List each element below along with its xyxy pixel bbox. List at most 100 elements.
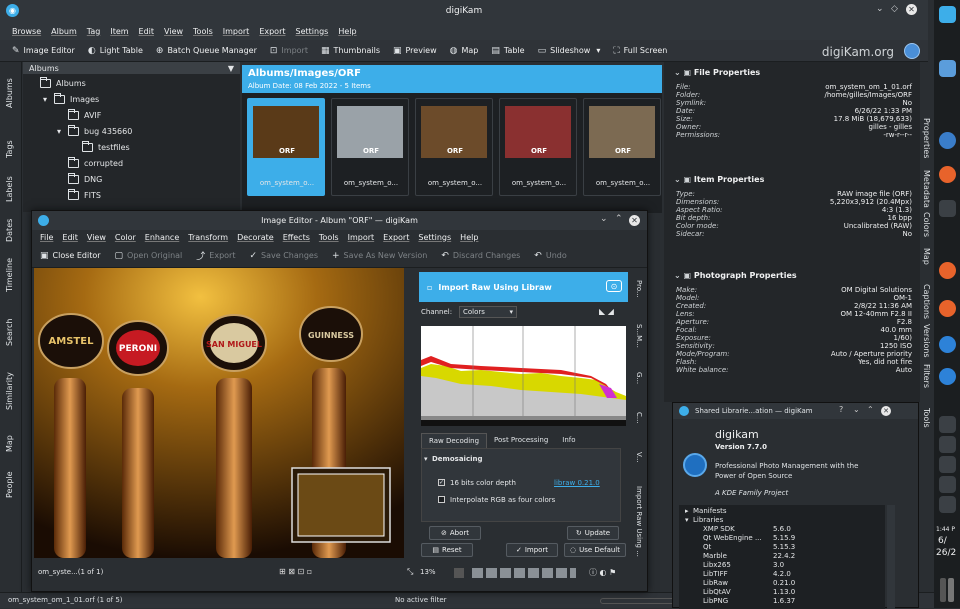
digikam-logo-icon[interactable] [904, 43, 920, 59]
tab-raw-decoding[interactable]: Raw Decoding [421, 432, 488, 448]
interpolate-checkbox[interactable] [438, 496, 445, 503]
map-button[interactable]: ◍ Map [450, 46, 479, 56]
expand-arrow-icon[interactable]: ▾ [43, 95, 49, 104]
expand-arrow-icon[interactable]: ▸ [685, 507, 689, 515]
tab-map[interactable]: Map [5, 435, 14, 452]
menu-export[interactable]: Export [259, 27, 285, 36]
album-node[interactable]: corrupted [57, 157, 123, 168]
tab-filters[interactable]: Filters [922, 364, 931, 388]
editor-side-tab[interactable]: Pro... [635, 280, 643, 298]
chevron-down-icon[interactable]: ⌄ ▣ [674, 271, 694, 280]
tab-timeline[interactable]: Timeline [5, 258, 14, 292]
tab-map[interactable]: Map [922, 248, 931, 265]
channel-select[interactable]: Colors ▾ [459, 306, 517, 318]
digikam-icon[interactable]: ◉ [6, 4, 19, 17]
tab-similarity[interactable]: Similarity [5, 372, 14, 410]
pager-icon[interactable] [940, 578, 946, 602]
photo-props-header[interactable]: ⌄ ▣ Photograph Properties [674, 271, 797, 280]
import-button[interactable]: ✓ Import [506, 543, 558, 557]
fit-icon[interactable]: ⊞ ⊠ ⊡ ▫ [279, 567, 312, 576]
firefox-icon-2[interactable] [939, 262, 956, 279]
settings-icon[interactable]: ⊙ [606, 280, 622, 292]
devices-icon[interactable] [939, 476, 956, 493]
chevron-down-icon[interactable]: ▾ [424, 455, 428, 463]
editor-menu-effects[interactable]: Effects [283, 233, 310, 242]
thumbnail[interactable]: ORF om_system_o... [499, 98, 577, 196]
view-mode-icons[interactable] [472, 568, 576, 578]
clipboard-icon[interactable] [939, 436, 956, 453]
editor-menu-file[interactable]: File [40, 233, 53, 242]
light-table-button[interactable]: ◐ Light Table [88, 46, 143, 56]
menu-tag[interactable]: Tag [87, 27, 101, 36]
clock-time[interactable]: 1:44 P [936, 526, 955, 533]
tab-captions[interactable]: Captions [922, 284, 931, 319]
batch-queue-manager-button[interactable]: ⊕ Batch Queue Manager [156, 46, 257, 56]
reset-button[interactable]: ▤ Reset [421, 543, 473, 557]
discard-changes-button[interactable]: ↶ Discard Changes [441, 251, 520, 261]
brand-text[interactable]: digiKam.org [822, 45, 894, 59]
editor-side-tab[interactable]: G... [635, 372, 643, 384]
editor-menu-enhance[interactable]: Enhance [145, 233, 180, 242]
tab-tags[interactable]: Tags [5, 140, 14, 158]
tab-tools[interactable]: Tools [922, 408, 931, 428]
slideshow-button[interactable]: ▭ Slideshow ▾ [538, 46, 601, 56]
editor-menu-export[interactable]: Export [383, 233, 409, 242]
zoom-fit-icon[interactable]: ⤡ [407, 567, 413, 577]
editor-menu-settings[interactable]: Settings [418, 233, 451, 242]
album-node[interactable]: AVIF [57, 109, 101, 120]
full-screen-button[interactable]: ⛶ Full Screen [613, 46, 667, 56]
album-node[interactable]: DNG [57, 173, 102, 184]
editor-menu-tools[interactable]: Tools [319, 233, 339, 242]
editor-side-tab[interactable]: S...M... [635, 324, 643, 348]
menu-view[interactable]: View [164, 27, 183, 36]
file-props-header[interactable]: ⌄ ▣ File Properties [674, 68, 760, 77]
tab-colors[interactable]: Colors [922, 212, 931, 237]
expand-arrow-icon[interactable]: ▾ [685, 516, 689, 524]
album-node[interactable]: Albums [29, 77, 86, 88]
digikam-task-icon-2[interactable] [939, 368, 956, 385]
undo-button[interactable]: ↶ Undo [534, 251, 566, 261]
settings-icon[interactable] [939, 132, 956, 149]
kde-launcher-icon[interactable] [939, 6, 956, 23]
save-changes-button[interactable]: ✓ Save Changes [249, 251, 318, 261]
color-depth-checkbox[interactable]: ✓ [438, 479, 445, 486]
editor-app-icon[interactable] [38, 215, 49, 226]
firefox-icon[interactable] [939, 166, 956, 183]
triangle-down-icon[interactable]: ▼ [228, 64, 234, 73]
chevron-down-icon[interactable]: ⌄ [853, 405, 860, 414]
chevron-down-icon[interactable]: ▾ [596, 46, 600, 55]
editor-menu-edit[interactable]: Edit [62, 233, 78, 242]
network-icon[interactable] [939, 416, 956, 433]
status-filter[interactable]: No active filter [395, 596, 447, 604]
abort-button[interactable]: ⊘ Abort [429, 526, 481, 540]
close-icon[interactable]: ✕ [906, 4, 917, 15]
chevron-right-icon[interactable] [939, 200, 956, 217]
thumbnail[interactable]: ORF om_system_o... [415, 98, 493, 196]
chevron-down-icon[interactable]: ⌄ ▣ [674, 68, 694, 77]
album-node[interactable]: ▾ Images [43, 93, 99, 104]
thumbnail[interactable]: ORF om_system_o... [247, 98, 325, 196]
album-node[interactable]: testfiles [71, 141, 130, 152]
zoom-dropdown-icon[interactable] [454, 568, 464, 578]
chevron-down-icon[interactable]: ⌄ [876, 4, 884, 14]
libraries-tree[interactable]: ▸ Manifests ▾ Libraries XMP SDK 5.6.0 Qt WebEn… [679, 505, 885, 609]
menu-item[interactable]: Item [110, 27, 128, 36]
menu-browse[interactable]: Browse [12, 27, 41, 36]
tab-search[interactable]: Search [5, 319, 14, 346]
firefox-icon-3[interactable] [939, 300, 956, 317]
close-icon[interactable]: ✕ [881, 406, 891, 416]
demosaicing-section[interactable]: Demosaicing [432, 455, 483, 463]
pager-icon-2[interactable] [948, 578, 954, 602]
table-button[interactable]: ▤ Table [491, 46, 524, 56]
editor-side-tab[interactable]: C... [635, 412, 643, 424]
editor-menu-color[interactable]: Color [115, 233, 136, 242]
album-node[interactable]: FITS [57, 189, 101, 200]
image-editor-button[interactable]: ✎ Image Editor [12, 46, 75, 56]
histogram-scale-icon[interactable]: ◣ ◢ [599, 307, 614, 316]
update-button[interactable]: ↻ Update [567, 526, 619, 540]
tab-people[interactable]: People [5, 471, 14, 498]
item-props-header[interactable]: ⌄ ▣ Item Properties [674, 175, 764, 184]
close-editor-button[interactable]: ▣ Close Editor [40, 251, 101, 261]
use-default-button[interactable]: ◌ Use Default [564, 543, 626, 557]
tab-metadata[interactable]: Metadata [922, 170, 931, 208]
